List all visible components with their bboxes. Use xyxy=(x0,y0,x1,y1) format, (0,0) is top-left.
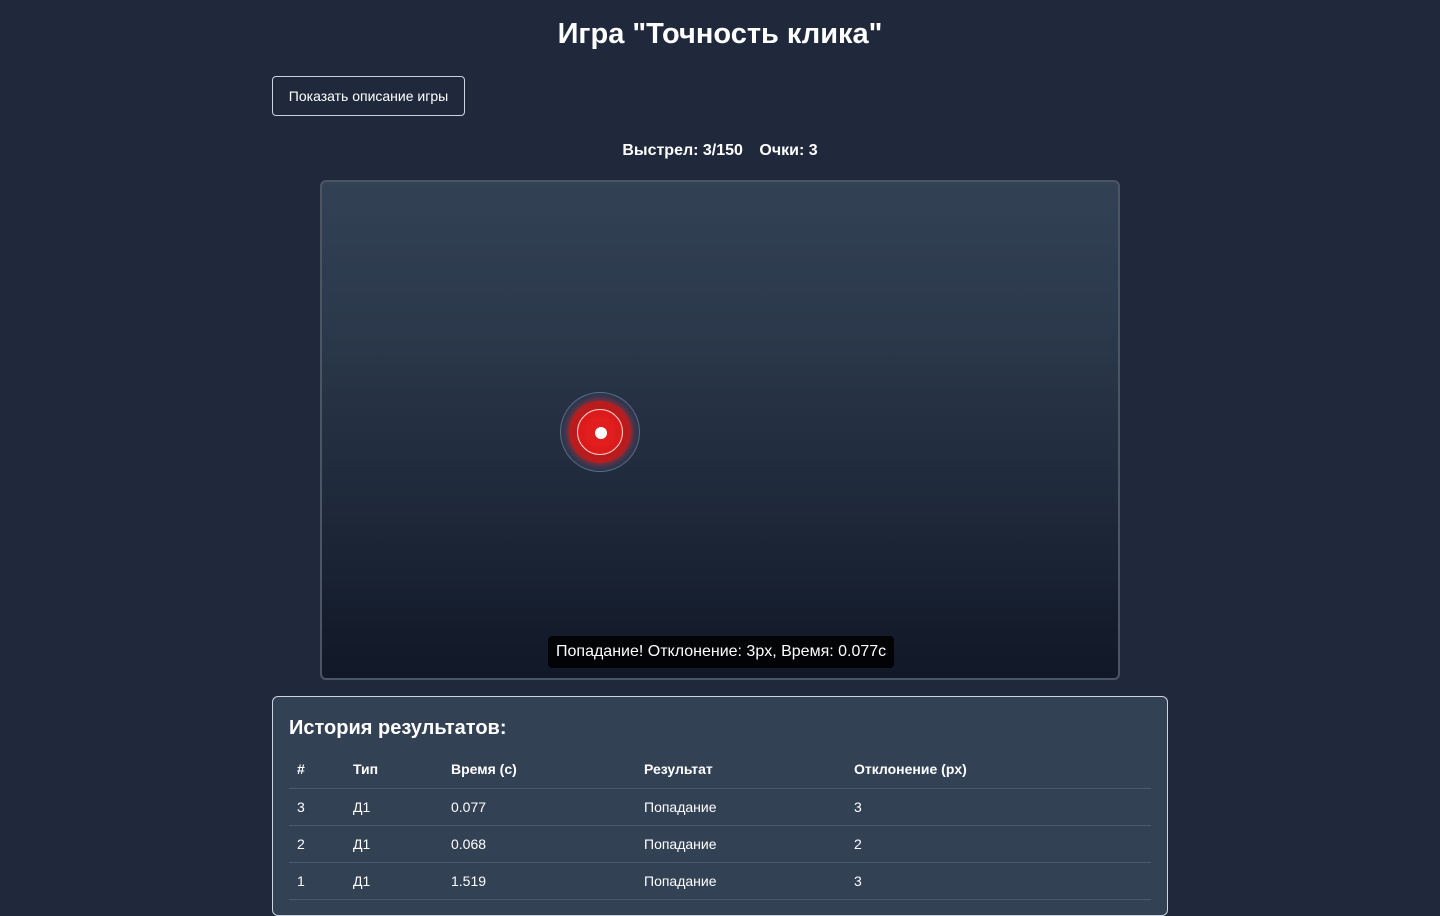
cell-result: Попадание xyxy=(636,862,846,900)
cell-time: 0.077 xyxy=(443,788,636,826)
cell-number: 3 xyxy=(289,788,345,826)
cell-type: Д1 xyxy=(345,788,443,826)
show-description-button[interactable]: Показать описание игры xyxy=(272,76,465,116)
cell-time: 0.068 xyxy=(443,825,636,863)
target-icon[interactable] xyxy=(560,392,640,472)
column-header-type: Тип xyxy=(345,751,443,789)
shot-counter: Выстрел: 3/150 xyxy=(622,142,743,159)
column-header-number: # xyxy=(289,751,345,789)
cell-result: Попадание xyxy=(636,788,846,826)
hit-feedback-message: Попадание! Отклонение: 3px, Время: 0.077… xyxy=(548,636,895,668)
history-title: История результатов: xyxy=(289,717,507,739)
cell-number: 2 xyxy=(289,825,345,863)
table-row: 2 Д1 0.068 Попадание 2 xyxy=(289,825,1151,863)
cell-time: 1.519 xyxy=(443,862,636,900)
cell-result: Попадание xyxy=(636,825,846,863)
cell-deviation: 3 xyxy=(846,862,1151,900)
column-header-deviation: Отклонение (px) xyxy=(846,751,1151,789)
results-table: # Тип Время (с) Результат Отклонение (px… xyxy=(289,751,1151,900)
column-header-result: Результат xyxy=(636,751,846,789)
table-header-row: # Тип Время (с) Результат Отклонение (px… xyxy=(289,751,1151,789)
cell-deviation: 3 xyxy=(846,788,1151,826)
results-history-panel: История результатов: # Тип Время (с) Рез… xyxy=(272,696,1168,916)
page-title: Игра "Точность клика" xyxy=(557,18,883,50)
cell-type: Д1 xyxy=(345,862,443,900)
table-row: 1 Д1 1.519 Попадание 3 xyxy=(289,862,1151,900)
cell-type: Д1 xyxy=(345,825,443,863)
cell-deviation: 2 xyxy=(846,825,1151,863)
game-area[interactable]: Попадание! Отклонение: 3px, Время: 0.077… xyxy=(320,180,1120,680)
target-center-dot xyxy=(595,427,607,439)
game-stats: Выстрел: 3/150 Очки: 3 xyxy=(0,141,1440,161)
score-counter: Очки: 3 xyxy=(759,142,818,159)
column-header-time: Время (с) xyxy=(443,751,636,789)
table-row: 3 Д1 0.077 Попадание 3 xyxy=(289,788,1151,826)
cell-number: 1 xyxy=(289,862,345,900)
